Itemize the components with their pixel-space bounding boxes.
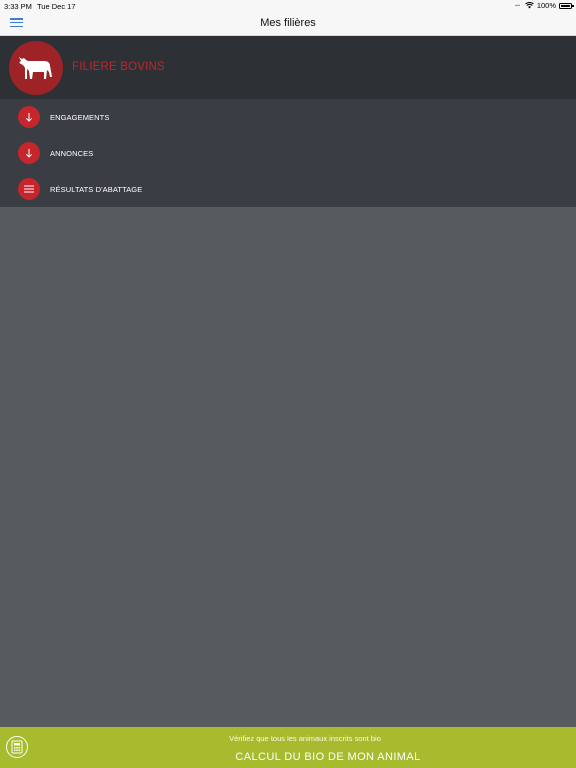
status-time: 3:33 PM xyxy=(4,2,32,11)
wifi-icon xyxy=(524,2,534,9)
menu-item-engagements[interactable]: ENGAGEMENTS xyxy=(0,99,576,135)
section-header: FILIERE BOVINS xyxy=(0,36,576,99)
section-title: FILIERE BOVINS xyxy=(72,61,165,73)
arrow-down-icon xyxy=(18,142,40,164)
menu-list: ENGAGEMENTS ANNONCES RÉSULTATS D'ABATTAG… xyxy=(0,99,576,207)
footer-cta-label: CALCUL DU BIO DE MON ANIMAL xyxy=(235,751,421,763)
navigation-bar: Mes filières xyxy=(0,12,576,36)
status-date: Tue Dec 17 xyxy=(37,2,76,11)
battery-icon xyxy=(559,2,574,9)
status-indicators: ▪▪▪▪ 100% xyxy=(514,1,574,10)
cow-icon xyxy=(9,41,63,95)
menu-item-label: ANNONCES xyxy=(50,149,94,158)
menu-item-resultats-abattage[interactable]: RÉSULTATS D'ABATTAGE xyxy=(0,171,576,207)
calcul-bio-button[interactable]: Vérifiez que tous les animaux inscrits s… xyxy=(0,727,576,768)
status-bar: 3:33 PM Tue Dec 17 ▪▪▪▪ 100% xyxy=(0,0,576,12)
footer-subtitle: Vérifiez que tous les animaux inscrits s… xyxy=(229,734,381,743)
menu-item-annonces[interactable]: ANNONCES xyxy=(0,135,576,171)
signal-icon: ▪▪▪▪ xyxy=(514,2,521,9)
arrow-down-icon xyxy=(18,106,40,128)
menu-item-label: ENGAGEMENTS xyxy=(50,113,110,122)
menu-item-label: RÉSULTATS D'ABATTAGE xyxy=(50,185,143,194)
battery-percentage: 100% xyxy=(536,1,556,10)
page-title: Mes filières xyxy=(260,17,316,29)
list-icon xyxy=(18,178,40,200)
